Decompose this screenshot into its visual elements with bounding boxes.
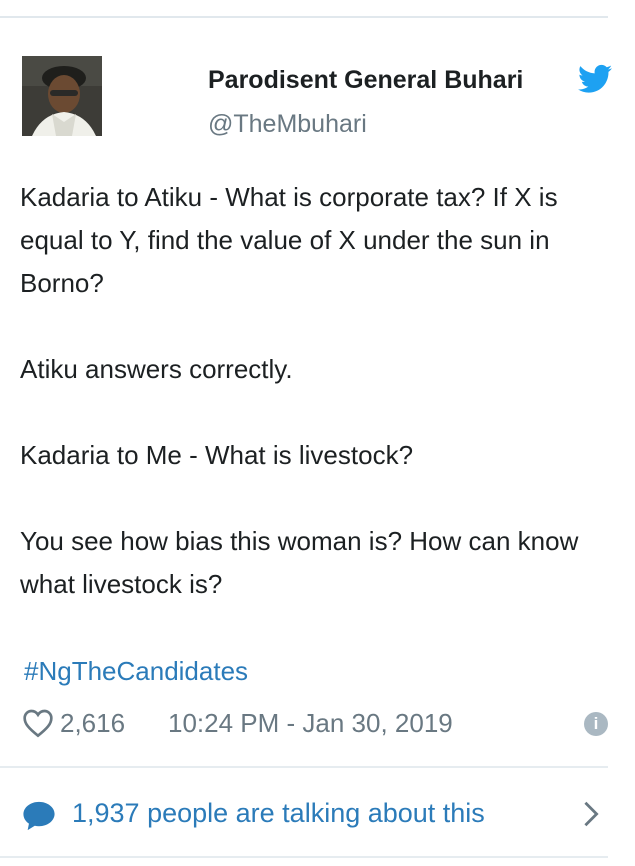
tweet-meta: 2,616 10:24 PM - Jan 30, 2019 i <box>22 704 612 744</box>
hashtag-link[interactable]: #NgTheCandidates <box>24 656 248 687</box>
conversation-count[interactable]: 1,937 people are talking about this <box>72 798 485 829</box>
conversation-link[interactable]: 1,937 people are talking about this <box>22 794 608 834</box>
tweet-paragraph: You see how bias this woman is? How can … <box>20 526 579 599</box>
avatar[interactable] <box>22 56 102 136</box>
author-handle[interactable]: @TheMbuhari <box>208 110 367 139</box>
heart-icon[interactable] <box>22 708 54 738</box>
author-name[interactable]: Parodisent General Buhari <box>208 66 523 95</box>
tweet-timestamp[interactable]: 10:24 PM - Jan 30, 2019 <box>168 708 453 739</box>
bottom-divider <box>0 856 608 858</box>
like-count[interactable]: 2,616 <box>60 708 125 739</box>
tweet-card: Parodisent General Buhari @TheMbuhari Ka… <box>0 0 612 866</box>
top-divider <box>0 16 608 18</box>
divider <box>0 766 608 768</box>
chevron-right-icon[interactable] <box>580 800 602 828</box>
tweet-paragraph: Atiku answers correctly. <box>20 354 293 384</box>
twitter-bird-icon[interactable] <box>578 64 612 94</box>
info-icon[interactable]: i <box>584 712 608 736</box>
tweet-text: Kadaria to Atiku - What is corporate tax… <box>20 176 600 606</box>
tweet-paragraph: Kadaria to Atiku - What is corporate tax… <box>20 182 558 298</box>
speech-bubble-icon <box>23 801 55 831</box>
tweet-paragraph: Kadaria to Me - What is livestock? <box>20 440 414 470</box>
